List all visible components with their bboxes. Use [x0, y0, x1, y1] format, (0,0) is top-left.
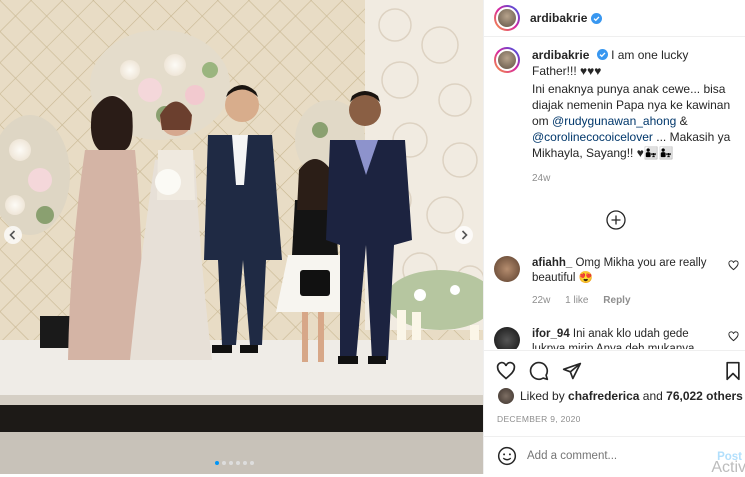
- caption-avatar[interactable]: [494, 47, 520, 73]
- carousel-dot: [222, 461, 226, 465]
- liker-avatar[interactable]: [498, 388, 514, 404]
- share-plane-icon[interactable]: [562, 361, 582, 381]
- carousel-dot: [215, 461, 219, 465]
- post-header: ardibakrie: [484, 0, 745, 37]
- liked-by-suffix: and: [642, 389, 663, 403]
- chevron-right-icon: [461, 230, 468, 240]
- save-bookmark-icon[interactable]: [724, 361, 742, 381]
- mention-link[interactable]: @rudygunawan_ahong: [552, 114, 676, 128]
- emoji-smiley-icon[interactable]: [497, 446, 517, 466]
- likes-count[interactable]: 76,022 others: [666, 389, 743, 403]
- carousel-dots: [215, 461, 254, 465]
- commenter-avatar[interactable]: [494, 327, 520, 349]
- carousel-dot: [250, 461, 254, 465]
- likes-summary: Liked by chafrederica and 76,022 others: [498, 388, 743, 404]
- add-comment-input[interactable]: [525, 449, 699, 463]
- chevron-left-icon: [9, 230, 16, 240]
- verified-badge-icon: [596, 49, 608, 60]
- mention-link[interactable]: @corolinecocoicelover: [532, 130, 653, 144]
- liked-by-user[interactable]: chafrederica: [568, 389, 639, 403]
- post-photo[interactable]: [0, 0, 483, 474]
- add-comment-bar: Post Activ: [484, 436, 745, 476]
- like-comment-heart-icon[interactable]: [728, 331, 739, 342]
- previous-photo-button[interactable]: [4, 226, 22, 244]
- commenter-avatar[interactable]: [494, 256, 520, 282]
- caption-age[interactable]: 24w: [532, 171, 732, 187]
- comment-likes[interactable]: 1 like: [565, 295, 588, 306]
- caption-username[interactable]: ardibakrie: [532, 48, 589, 62]
- wedding-photo-illustration: [0, 0, 483, 474]
- author-username[interactable]: ardibakrie: [530, 11, 587, 25]
- like-comment-heart-icon[interactable]: [728, 260, 739, 271]
- post-caption: ardibakrie I am one lucky Father!!! ♥♥♥ …: [484, 37, 745, 197]
- carousel-dot: [236, 461, 240, 465]
- author-avatar[interactable]: [494, 5, 520, 31]
- liked-by-prefix: Liked by: [520, 389, 565, 403]
- comment-item: afiahh_ Omg Mikha you are really beautif…: [494, 256, 739, 308]
- carousel-dot: [243, 461, 247, 465]
- comment-item: ifor_94 Ini anak klo udah gede lukpva mi…: [494, 327, 739, 349]
- verified-badge-icon: [591, 12, 603, 24]
- like-heart-icon[interactable]: [496, 361, 516, 381]
- post-date[interactable]: DECEMBER 9, 2020: [497, 414, 581, 424]
- carousel-dot: [229, 461, 233, 465]
- next-photo-button[interactable]: [455, 226, 473, 244]
- comment-age[interactable]: 22w: [532, 295, 550, 306]
- comment-username[interactable]: ifor_94: [532, 328, 570, 340]
- comment-meta: 22w 1 like Reply: [532, 293, 722, 308]
- caption-ampersand: &: [679, 114, 688, 128]
- reply-button[interactable]: Reply: [603, 295, 630, 306]
- post-actions-bar: [484, 350, 745, 387]
- comment-bubble-icon[interactable]: [529, 361, 549, 381]
- post-side-panel: ardibakrie ardibakrie I am one lucky Fat…: [483, 0, 745, 476]
- activate-watermark: Activ: [711, 459, 745, 476]
- comment-username[interactable]: afiahh_: [532, 257, 572, 269]
- load-more-comments-icon[interactable]: [606, 210, 626, 230]
